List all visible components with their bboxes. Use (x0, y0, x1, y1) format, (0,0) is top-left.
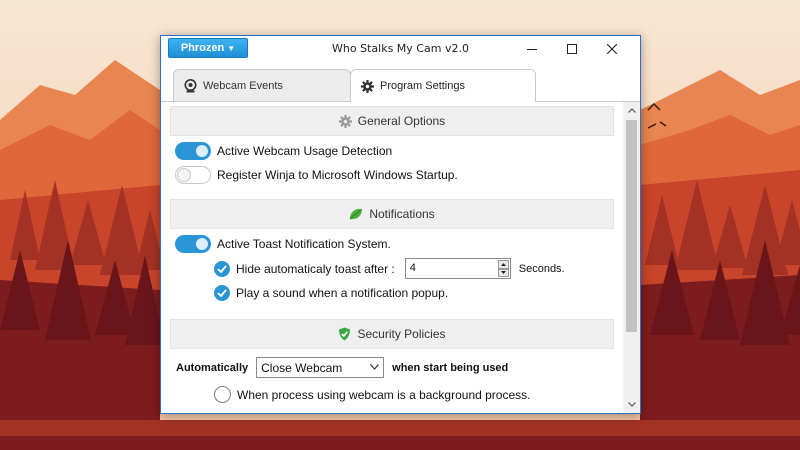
webcam-icon (184, 79, 197, 93)
scroll-up-button[interactable] (623, 102, 640, 119)
option-auto-action: Automatically Close Webcam when start be… (176, 357, 508, 378)
when-used-label: when start being used (392, 361, 509, 374)
option-background-process: When process using webcam is a backgroun… (214, 386, 530, 403)
tab-webcam-events[interactable]: Webcam Events (173, 69, 351, 102)
option-hide-toast: Hide automaticaly toast after : 4 Second… (214, 258, 565, 279)
close-button[interactable] (592, 36, 632, 62)
chevron-down-icon (370, 364, 380, 370)
scroll-down-button[interactable] (623, 396, 640, 413)
tab-bar: Webcam Events Program Settings (161, 62, 640, 102)
option-play-sound: Play a sound when a notification popup. (214, 285, 448, 301)
option-startup: Register Winja to Microsoft Windows Star… (175, 166, 458, 184)
section-title: General Options (357, 114, 446, 128)
tab-program-settings[interactable]: Program Settings (350, 69, 536, 102)
section-title: Notifications (369, 207, 435, 221)
stepper-up-button[interactable] (497, 260, 509, 269)
gear-icon (361, 79, 374, 93)
startup-toggle[interactable] (175, 166, 211, 184)
notifications-header: Notifications (170, 199, 614, 229)
chevron-up-icon (627, 108, 636, 113)
background-process-radio[interactable] (214, 386, 231, 403)
tab-label: Webcam Events (203, 80, 283, 92)
shield-icon (339, 327, 351, 341)
vertical-scrollbar[interactable] (623, 102, 640, 413)
hide-toast-checkbox[interactable] (214, 260, 230, 277)
settings-panel: General Options Active Webcam Usage Dete… (161, 102, 623, 413)
option-toast: Active Toast Notification System. (175, 235, 391, 253)
checkmark-icon (217, 264, 227, 273)
gear-icon (338, 114, 352, 128)
play-sound-checkbox[interactable] (214, 285, 230, 301)
leaf-icon (349, 208, 363, 220)
option-label: Register Winja to Microsoft Windows Star… (217, 168, 458, 182)
stepper-value: 4 (409, 262, 416, 274)
maximize-icon (567, 44, 577, 54)
scroll-thumb[interactable] (626, 120, 637, 332)
option-label: When process using webcam is a backgroun… (237, 387, 531, 402)
arrow-up-icon (500, 262, 506, 266)
maximize-button[interactable] (552, 36, 592, 62)
security-policies-header: Security Policies (170, 319, 614, 349)
arrow-down-icon (500, 271, 506, 275)
section-title: Security Policies (357, 327, 446, 341)
checkmark-icon (217, 289, 227, 297)
stepper-down-button[interactable] (497, 268, 509, 277)
webcam-action-select[interactable]: Close Webcam (256, 357, 385, 378)
hide-seconds-stepper[interactable]: 4 (404, 258, 511, 279)
client-area: Webcam Events Program Settings General O… (161, 62, 640, 413)
app-window: Phrozen ▼ Who Stalks My Cam v2.0 Webcam E… (160, 35, 641, 414)
chevron-down-icon (627, 402, 636, 407)
option-label: Active Toast Notification System. (217, 237, 391, 251)
option-webcam-detection: Active Webcam Usage Detection (175, 142, 392, 160)
minimize-button[interactable] (512, 36, 552, 62)
general-options-header: General Options (170, 106, 614, 136)
title-bar[interactable]: Phrozen ▼ Who Stalks My Cam v2.0 (161, 36, 640, 62)
automatically-label: Automatically (176, 361, 249, 374)
option-label: Active Webcam Usage Detection (217, 144, 393, 158)
seconds-label: Seconds. (518, 262, 565, 275)
select-value: Close Webcam (261, 361, 343, 375)
option-label: Hide automaticaly toast after : (236, 261, 395, 276)
minimize-icon (527, 49, 537, 50)
webcam-detection-toggle[interactable] (175, 142, 211, 160)
tab-label: Program Settings (380, 80, 465, 92)
close-icon (607, 44, 617, 54)
toast-toggle[interactable] (175, 235, 211, 253)
option-label: Play a sound when a notification popup. (236, 286, 449, 300)
